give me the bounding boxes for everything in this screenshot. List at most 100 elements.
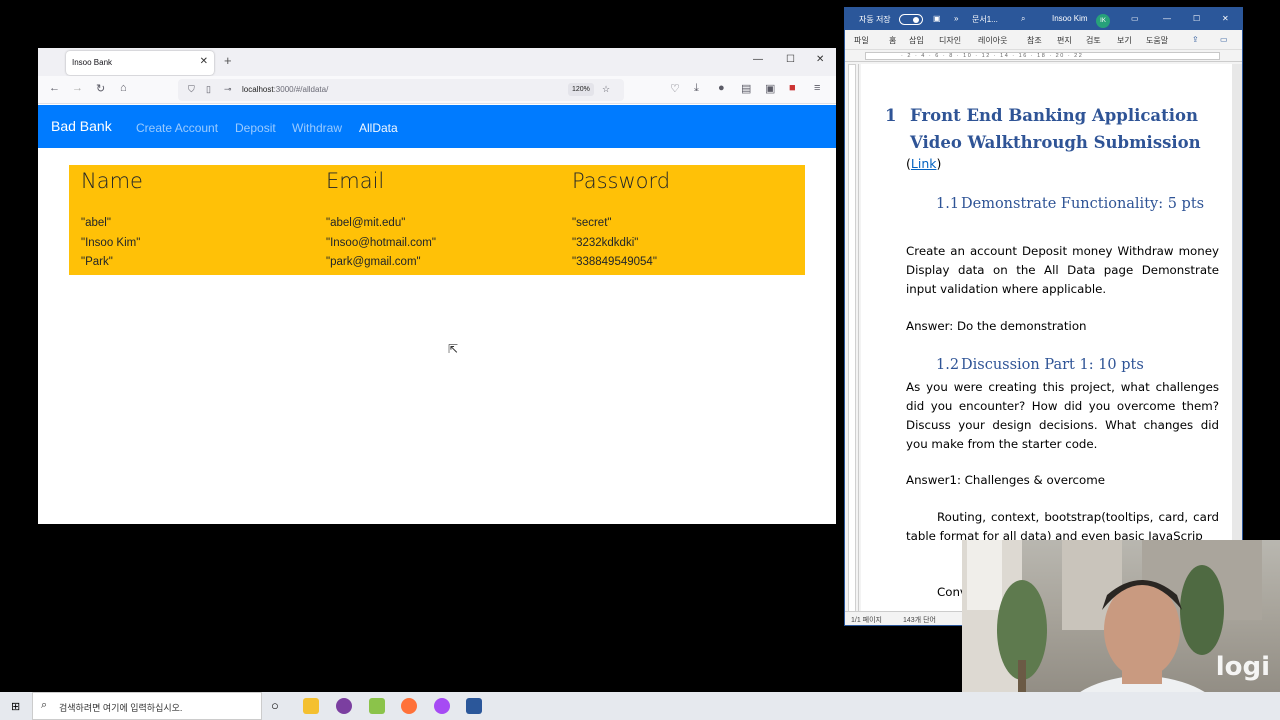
tab-title: Insoo Bank [72, 58, 113, 67]
ribbon-display-icon[interactable]: ▭ [1131, 14, 1139, 23]
address-bar[interactable]: ⛉ ▯ ⊸ localhost:3000/#/alldata/ 120% ☆ [178, 79, 624, 101]
autosave-toggle[interactable] [899, 14, 923, 25]
name-column: Name "abel" "Insoo Kim" "Park" [81, 165, 143, 276]
tab-references[interactable]: 참조 [1027, 35, 1042, 46]
paragraph-answer: Answer: Do the demonstration [906, 319, 1087, 333]
desktop: Insoo Bank ✕ + — ☐ ✕ ← → ↻ ⌂ ⛉ ▯ ⊸ local… [0, 0, 1280, 720]
page-content: Bad Bank Create Account Deposit Withdraw… [38, 105, 836, 524]
cell-name: "Insoo Kim" [81, 236, 141, 249]
word-ribbon-tabs: 파일 홈 삽입 디자인 레이아웃 참조 편지 검토 보기 도움말 ⇪ ▭ [845, 30, 1242, 50]
tab-design[interactable]: 디자인 [939, 35, 961, 46]
webcam-logo: logi [1215, 652, 1270, 682]
zoom-indicator[interactable]: 120% [568, 83, 594, 96]
windows-start-icon[interactable]: ⊞ [11, 700, 20, 713]
cell-email: "park@gmail.com" [326, 256, 421, 268]
cell-password: "338849549054" [572, 256, 657, 268]
extension-icon[interactable]: ▤ [741, 82, 751, 95]
record-icon[interactable]: ■ [789, 82, 796, 94]
nav-create-account[interactable]: Create Account [136, 121, 218, 135]
nav-withdraw[interactable]: Withdraw [292, 121, 342, 135]
cell-password: "secret" [572, 217, 612, 229]
horizontal-ruler: · 2 · 4 · 6 · 8 · 10 · 12 · 14 · 16 · 18… [845, 50, 1242, 62]
word-scrollbar[interactable] [1232, 64, 1242, 612]
nav-deposit[interactable]: Deposit [235, 121, 276, 135]
tab-layout[interactable]: 레이아웃 [978, 35, 1007, 46]
heading-1-number: 1 [885, 106, 897, 125]
nav-alldata[interactable]: AllData [359, 121, 398, 135]
avatar[interactable]: IK [1096, 14, 1110, 28]
page-icon[interactable]: ▯ [206, 84, 211, 95]
download-icon[interactable]: ⤓ [694, 82, 699, 95]
search-placeholder: 검색하려면 여기에 입력하십시오. [59, 703, 183, 713]
back-icon[interactable]: ← [49, 82, 60, 94]
home-icon[interactable]: ⌂ [120, 82, 127, 94]
close-window-icon[interactable]: ✕ [816, 54, 824, 65]
close-tab-icon[interactable]: ✕ [200, 56, 208, 67]
tab-bar: Insoo Bank ✕ + — ☐ ✕ [38, 48, 836, 76]
nav-toolbar: ← → ↻ ⌂ ⛉ ▯ ⊸ localhost:3000/#/alldata/ … [38, 76, 836, 104]
pocket-icon[interactable]: ♡ [670, 82, 680, 95]
email-column: Email "abel@mit.edu" "Insoo@hotmail.com"… [326, 165, 436, 276]
reload-icon[interactable]: ↻ [96, 82, 105, 95]
cell-password: "3232kdkdki" [572, 236, 639, 249]
taskbar: ⊞ ⌕ 검색하려면 여기에 입력하십시오. ○ [0, 692, 1280, 720]
user-name[interactable]: Insoo Kim [1052, 14, 1088, 23]
paragraph-discussion: As you were creating this project, what … [906, 380, 1219, 451]
header-password: Password [572, 169, 671, 193]
password-column: Password "secret" "3232kdkdki" "33884954… [572, 165, 670, 276]
more-commands-icon[interactable]: » [954, 14, 958, 23]
tab-view[interactable]: 보기 [1117, 35, 1132, 46]
browser-window: Insoo Bank ✕ + — ☐ ✕ ← → ↻ ⌂ ⛉ ▯ ⊸ local… [38, 48, 836, 524]
key-icon[interactable]: ⊸ [224, 84, 232, 95]
firefox-icon[interactable] [401, 698, 417, 714]
minimize-icon[interactable]: — [753, 54, 763, 65]
mouse-cursor-icon: ⇱ [448, 342, 459, 356]
tab-review[interactable]: 검토 [1086, 35, 1101, 46]
info-icon[interactable]: ● [718, 82, 725, 94]
file-explorer-icon[interactable] [303, 698, 319, 714]
paragraph-functionality: Create an account Deposit money Withdraw… [906, 244, 1219, 296]
url-text: localhost:3000/#/alldata/ [242, 85, 329, 94]
maximize-icon[interactable]: ☐ [1193, 14, 1200, 23]
forward-icon[interactable]: → [72, 82, 83, 94]
save-icon[interactable]: ▣ [933, 14, 941, 23]
tab-file[interactable]: 파일 [854, 35, 869, 46]
app-icon[interactable] [434, 698, 450, 714]
minimize-icon[interactable]: — [1163, 14, 1171, 23]
github-icon[interactable] [336, 698, 352, 714]
word-icon[interactable] [466, 698, 482, 714]
shield-icon[interactable]: ⛉ [188, 84, 195, 95]
menu-icon[interactable]: ≡ [814, 82, 820, 94]
tab-help[interactable]: 도움말 [1146, 35, 1168, 46]
heading-1-1-text: Demonstrate Functionality: 5 pts [961, 196, 1205, 212]
alldata-card: Name "abel" "Insoo Kim" "Park" Email "ab… [69, 165, 805, 275]
search-icon[interactable]: ⌕ [1021, 14, 1025, 24]
search-icon: ⌕ [41, 699, 48, 711]
tab-mailings[interactable]: 편지 [1057, 35, 1072, 46]
new-tab-button[interactable]: + [224, 53, 232, 68]
header-name: Name [81, 169, 143, 193]
app-icon[interactable] [369, 698, 385, 714]
tab-home[interactable]: 홈 [889, 35, 896, 46]
page-count[interactable]: 1/1 페이지 [851, 615, 882, 625]
screenshot-icon[interactable]: ▣ [765, 82, 775, 95]
browser-tab[interactable]: Insoo Bank ✕ [66, 51, 214, 75]
bookmark-star-icon[interactable]: ☆ [602, 84, 610, 95]
share-icon[interactable]: ⇪ [1192, 35, 1199, 44]
word-count[interactable]: 143개 단어 [903, 615, 936, 625]
comment-icon[interactable]: ▭ [1220, 35, 1228, 44]
cortana-icon[interactable]: ○ [271, 698, 279, 713]
cell-name: "abel" [81, 217, 111, 229]
paragraph-answer1: Answer1: Challenges & overcome [906, 473, 1106, 487]
brand-link[interactable]: Bad Bank [51, 118, 112, 134]
maximize-icon[interactable]: ☐ [786, 54, 795, 65]
close-window-icon[interactable]: ✕ [1222, 14, 1229, 23]
document-page[interactable]: 1 Front End Banking Application Video Wa… [861, 64, 1233, 612]
header-email: Email [326, 169, 385, 193]
tab-insert[interactable]: 삽입 [909, 35, 924, 46]
document-name[interactable]: 문서1... [972, 14, 998, 25]
word-titlebar: 자동 저장 ▣ » 문서1... ⌕ Insoo Kim IK ▭ — ☐ ✕ [845, 8, 1242, 30]
video-link[interactable]: Link [911, 156, 937, 171]
taskbar-search[interactable]: ⌕ 검색하려면 여기에 입력하십시오. [32, 692, 262, 720]
cell-email: "Insoo@hotmail.com" [326, 236, 436, 249]
